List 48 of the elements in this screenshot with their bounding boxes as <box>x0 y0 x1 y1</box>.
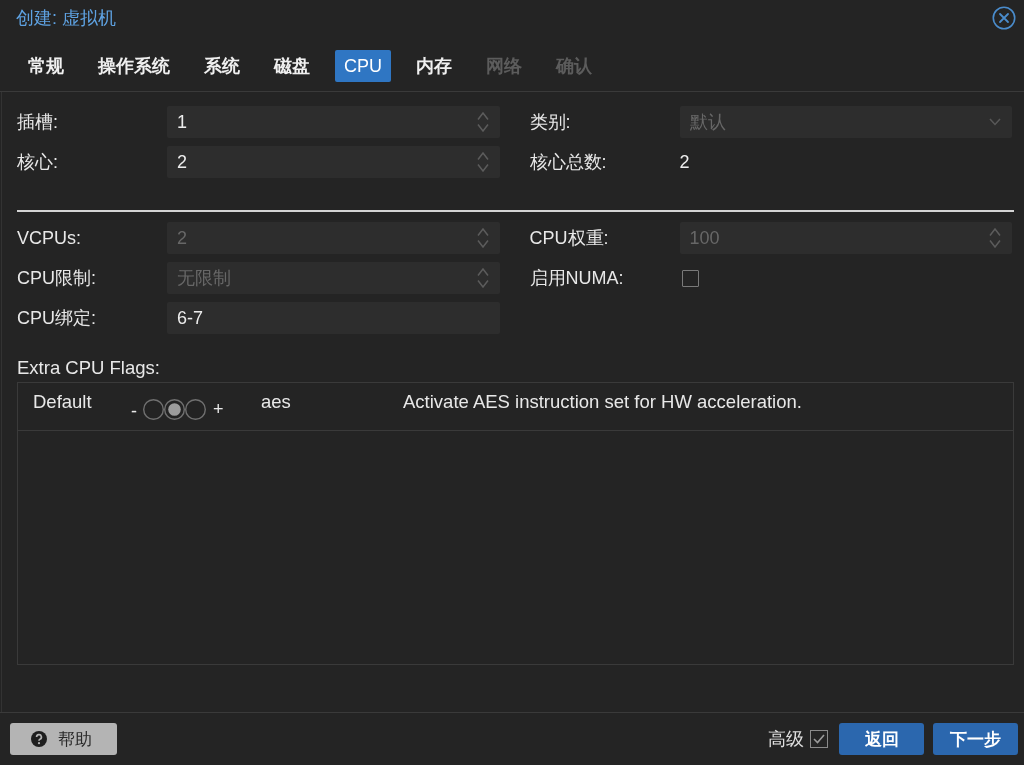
window-title: 创建: 虚拟机 <box>16 7 116 30</box>
help-button[interactable]: 帮助 <box>10 723 117 755</box>
field-label: CPU限制: <box>17 267 97 290</box>
checkbox[interactable] <box>810 730 828 748</box>
radio-button[interactable] <box>185 398 206 420</box>
number-field[interactable]: 100 <box>679 222 1012 254</box>
field-label: 启用NUMA: <box>529 267 625 290</box>
field-label: 类别: <box>529 111 572 134</box>
field-label: CPU绑定: <box>17 307 97 330</box>
spinner-arrows-icon[interactable] <box>476 227 489 249</box>
field-label: 插槽: <box>17 111 59 134</box>
help-icon <box>31 731 47 747</box>
spinner-arrows-icon[interactable] <box>476 267 489 289</box>
dropdown-field[interactable]: 默认 <box>679 106 1012 138</box>
number-field[interactable]: 1 <box>167 106 500 138</box>
radio-button[interactable] <box>143 398 164 420</box>
tab[interactable]: 操作系统 <box>89 50 179 82</box>
tab[interactable]: 常规 <box>19 50 73 82</box>
checkbox[interactable] <box>681 269 699 287</box>
tab[interactable]: 内存 <box>407 50 461 82</box>
back-button[interactable]: 返回 <box>839 723 924 755</box>
value-text: 2 <box>679 151 690 173</box>
plus-label: + <box>213 399 224 419</box>
table-cell-text: aes <box>261 391 292 412</box>
advanced-label: 高级 <box>768 728 804 751</box>
close-icon[interactable] <box>992 6 1016 30</box>
radio-button[interactable] <box>164 398 185 420</box>
tab[interactable]: 系统 <box>195 50 249 82</box>
next-button[interactable]: 下一步 <box>933 723 1018 755</box>
number-field[interactable]: 2 <box>167 222 500 254</box>
spinner-arrows-icon[interactable] <box>476 151 489 173</box>
spinner-arrows-icon[interactable] <box>476 111 489 133</box>
text-field[interactable]: 6-7 <box>167 302 500 334</box>
tab[interactable]: 磁盘 <box>265 50 319 82</box>
chevron-down-icon[interactable] <box>989 118 1001 126</box>
tab[interactable]: CPU <box>335 50 391 82</box>
spinner-arrows-icon[interactable] <box>989 227 1001 249</box>
field-label: 核心总数: <box>529 151 608 174</box>
number-field[interactable]: 无限制 <box>167 262 500 294</box>
table-cell-text: Default <box>33 391 93 412</box>
minus-label: - <box>131 400 137 421</box>
section-label: Extra CPU Flags: <box>17 357 161 378</box>
field-label: 核心: <box>17 151 59 174</box>
field-label: VCPUs: <box>17 227 82 249</box>
table-cell-text: Activate AES instruction set for HW acceleration. <box>403 391 803 412</box>
field-label: CPU权重: <box>529 227 610 250</box>
number-field[interactable]: 2 <box>167 146 500 178</box>
checkmark-icon <box>813 734 825 744</box>
